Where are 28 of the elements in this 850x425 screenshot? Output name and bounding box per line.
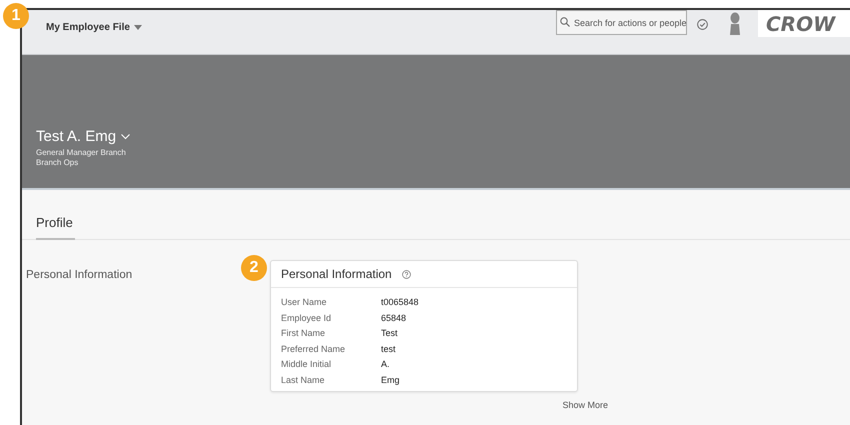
job-detail: General Manager Branch: [36, 148, 127, 158]
profile-tab[interactable]: Profile: [36, 214, 75, 240]
card-title: Personal Information: [281, 267, 392, 281]
field-label: Middle Initial: [281, 359, 332, 371]
page-title[interactable]: My Employee File: [46, 22, 130, 33]
logo: CROW: [758, 10, 850, 37]
employee-name: Test A. Emg: [36, 128, 116, 145]
field-label: First Name: [281, 328, 326, 340]
chevron-down-icon[interactable]: [121, 134, 130, 140]
show-more-link[interactable]: Show More: [562, 400, 608, 410]
field-label: User Name: [281, 297, 328, 309]
help-icon[interactable]: [402, 270, 411, 278]
field-label: Employee Id: [281, 312, 332, 324]
field-value: A.: [381, 359, 391, 371]
caret-icon[interactable]: [134, 25, 142, 30]
field-value: Emg: [381, 374, 401, 387]
search-icon: [560, 17, 570, 27]
field-value: 65848: [381, 312, 408, 324]
field-value: test: [381, 344, 397, 356]
field-label: Preferred Name: [281, 344, 346, 356]
job-detail: Branch Ops: [36, 158, 80, 168]
field-value: Test: [381, 328, 399, 340]
field-label: Last Name: [281, 374, 326, 387]
field-value: t0065848: [381, 297, 420, 309]
checkmark-circle-icon[interactable]: [697, 19, 708, 30]
search-field[interactable]: Search for actions or people: [556, 10, 687, 35]
avatar-icon[interactable]: [728, 12, 742, 35]
callout-badge: 1: [3, 3, 29, 29]
